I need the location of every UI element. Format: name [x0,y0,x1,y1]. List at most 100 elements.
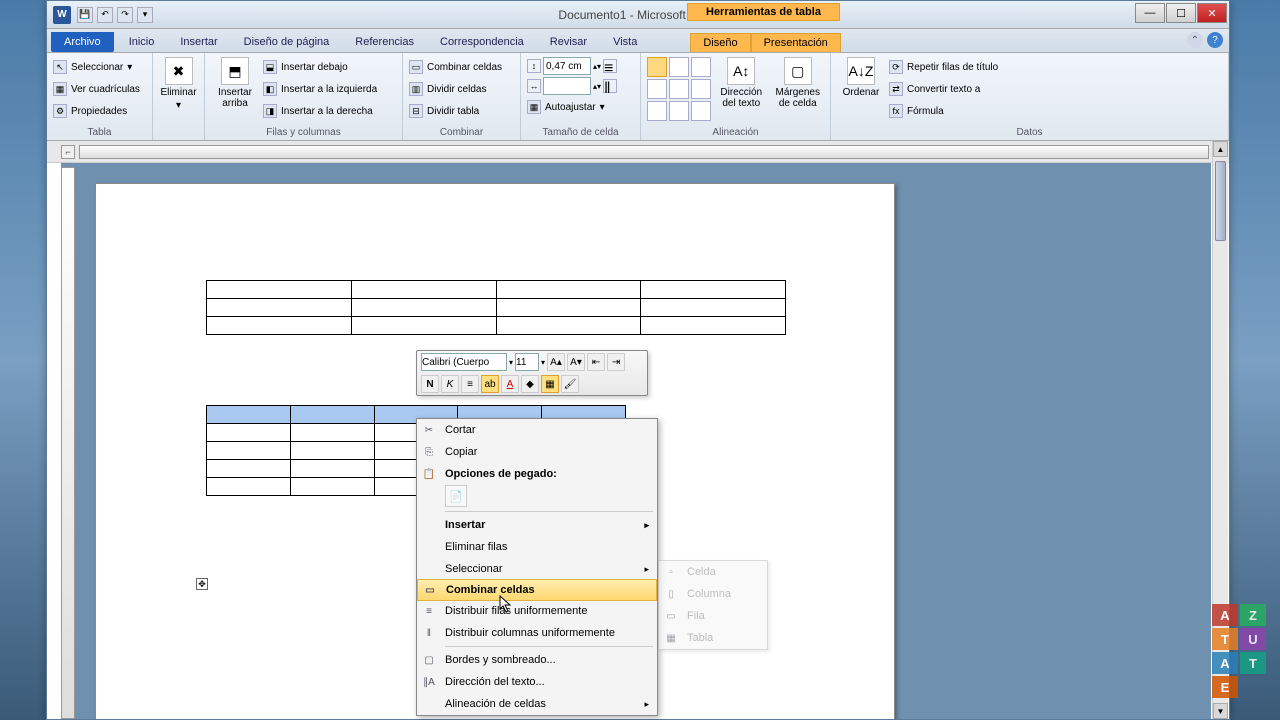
undo-icon[interactable]: ↶ [97,7,113,23]
sort-button[interactable]: A↓Z Ordenar [837,57,885,98]
dist-cols-icon[interactable]: ‖ [603,79,617,93]
close-button[interactable]: ✕ [1197,3,1227,23]
group-title-data: Datos [837,127,1222,138]
ctx-copy[interactable]: ⎘Copiar [417,441,657,463]
save-icon[interactable]: 💾 [77,7,93,23]
document-table-1[interactable] [206,280,786,335]
align-top-left[interactable] [647,57,667,77]
delete-button[interactable]: ✖ Eliminar▾ [159,57,198,111]
help-icon[interactable]: ? [1207,32,1223,48]
increase-indent-icon[interactable]: ⇥ [607,353,625,371]
font-color-icon[interactable]: A [501,375,519,393]
ctx-merge-cells[interactable]: ▭Combinar celdas [417,579,657,601]
view-gridlines-button[interactable]: ▦Ver cuadrículas [53,79,140,99]
properties-button[interactable]: ⚙Propiedades [53,101,140,121]
ctx-cell-alignment[interactable]: Alineación de celdas▸ [417,693,657,715]
tab-insertar[interactable]: Insertar [167,32,230,52]
ctx-select[interactable]: Seleccionar▸ [417,558,657,580]
minimize-button[interactable]: — [1135,3,1165,23]
format-painter-icon[interactable]: 🖌 [561,375,579,393]
submenu-cell[interactable]: ▫Celda [659,561,767,583]
scroll-down-icon[interactable]: ▼ [1213,703,1228,719]
col-width-input[interactable]: ↔ ▴▾ ‖ [527,77,617,95]
insert-below-button[interactable]: ⬓Insertar debajo [263,57,377,77]
align-mid-right[interactable] [691,79,711,99]
border-icon[interactable]: ▦ [541,375,559,393]
align-mid-left[interactable] [647,79,667,99]
tab-diseno[interactable]: Diseño [690,33,750,52]
qat-more-icon[interactable]: ▾ [137,7,153,23]
tab-inicio[interactable]: Inicio [116,32,168,52]
tab-diseno-pagina[interactable]: Diseño de página [231,32,343,52]
ctx-distribute-cols[interactable]: ‖Distribuir columnas uniformemente [417,622,657,644]
formula-button[interactable]: fxFórmula [889,101,998,121]
repeat-header-button[interactable]: ⟳Repetir filas de título [889,57,998,77]
merge-cells-button[interactable]: ▭Combinar celdas [409,57,502,77]
submenu-column[interactable]: ▯Columna [659,583,767,605]
submenu-row[interactable]: ▭Fila [659,605,767,627]
align-bot-right[interactable] [691,101,711,121]
font-family-input[interactable] [421,353,507,371]
font-size-input[interactable] [515,353,539,371]
mini-toolbar: ▾ ▾ A▴ A▾ ⇤ ⇥ N K ≡ ab A ◆ ▦ 🖌 [416,350,648,396]
convert-text-button[interactable]: ⇄Convertir texto a [889,79,998,99]
align-bot-center[interactable] [669,101,689,121]
font-dropdown-icon[interactable]: ▾ [509,358,513,367]
text-direction-button[interactable]: A↕ Dirección del texto [715,57,768,109]
scroll-up-icon[interactable]: ▲ [1213,141,1228,157]
split-cells-button[interactable]: ▥Dividir celdas [409,79,502,99]
maximize-button[interactable]: ☐ [1166,3,1196,23]
ctx-delete-rows[interactable]: Eliminar filas [417,536,657,558]
group-data: A↓Z Ordenar ⟳Repetir filas de título ⇄Co… [831,53,1229,140]
shrink-font-icon[interactable]: A▾ [567,353,585,371]
tab-correspondencia[interactable]: Correspondencia [427,32,537,52]
fill-icon[interactable]: ◆ [521,375,539,393]
grow-font-icon[interactable]: A▴ [547,353,565,371]
highlight-icon[interactable]: ab [481,375,499,393]
bold-icon[interactable]: N [421,375,439,393]
tab-vista[interactable]: Vista [600,32,650,52]
group-rows-cols: ⬒ Insertar arriba ⬓Insertar debajo ◧Inse… [205,53,403,140]
table-move-handle[interactable]: ✥ [196,578,208,590]
tab-referencias[interactable]: Referencias [342,32,427,52]
align-bot-left[interactable] [647,101,667,121]
tab-revisar[interactable]: Revisar [537,32,600,52]
dist-rows-icon[interactable]: ≡ [603,59,617,73]
size-dropdown-icon[interactable]: ▾ [541,358,545,367]
tab-file[interactable]: Archivo [51,32,114,52]
insert-right-button[interactable]: ◨Insertar a la derecha [263,101,377,121]
group-tabla: ↖Seleccionar ▾ ▦Ver cuadrículas ⚙Propied… [47,53,153,140]
vertical-ruler[interactable] [61,167,75,719]
cell-margins-button[interactable]: ▢ Márgenes de celda [772,57,825,109]
split-table-button[interactable]: ⊟Dividir tabla [409,101,502,121]
collapse-ribbon-icon[interactable]: ⌃ [1187,32,1203,48]
split-icon: ▥ [409,82,423,96]
italic-icon[interactable]: K [441,375,459,393]
ctx-text-direction[interactable]: ∥ADirección del texto... [417,671,657,693]
align-top-right[interactable] [691,57,711,77]
tab-presentacion[interactable]: Presentación [751,33,841,52]
paste-option-1[interactable]: 📄 [445,485,467,507]
ruler-corner[interactable]: ⌐ [61,145,75,159]
autofit-button[interactable]: ▦Autoajustar ▾ [527,97,617,117]
ruler-bar: ⌐ [47,141,1229,163]
decrease-indent-icon[interactable]: ⇤ [587,353,605,371]
group-title-combine: Combinar [409,127,514,138]
submenu-arrow-icon: ▸ [644,520,649,531]
scroll-thumb[interactable] [1215,161,1226,241]
align-mid-center[interactable] [669,79,689,99]
ctx-cut[interactable]: ✂Cortar [417,419,657,441]
ctx-borders[interactable]: ▢Bordes y sombreado... [417,649,657,671]
center-icon[interactable]: ≡ [461,375,479,393]
horizontal-ruler[interactable] [79,145,1209,159]
text-direction-icon: A↕ [727,57,755,85]
redo-icon[interactable]: ↷ [117,7,133,23]
row-height-input[interactable]: ↕ ▴▾ ≡ [527,57,617,75]
align-top-center[interactable] [669,57,689,77]
ctx-insert[interactable]: Insertar▸ [417,514,657,536]
insert-left-button[interactable]: ◧Insertar a la izquierda [263,79,377,99]
ctx-distribute-rows[interactable]: ≡Distribuir filas uniformemente [417,600,657,622]
insert-above-button[interactable]: ⬒ Insertar arriba [211,57,259,109]
select-button[interactable]: ↖Seleccionar ▾ [53,57,140,77]
submenu-table[interactable]: ▦Tabla [659,627,767,649]
